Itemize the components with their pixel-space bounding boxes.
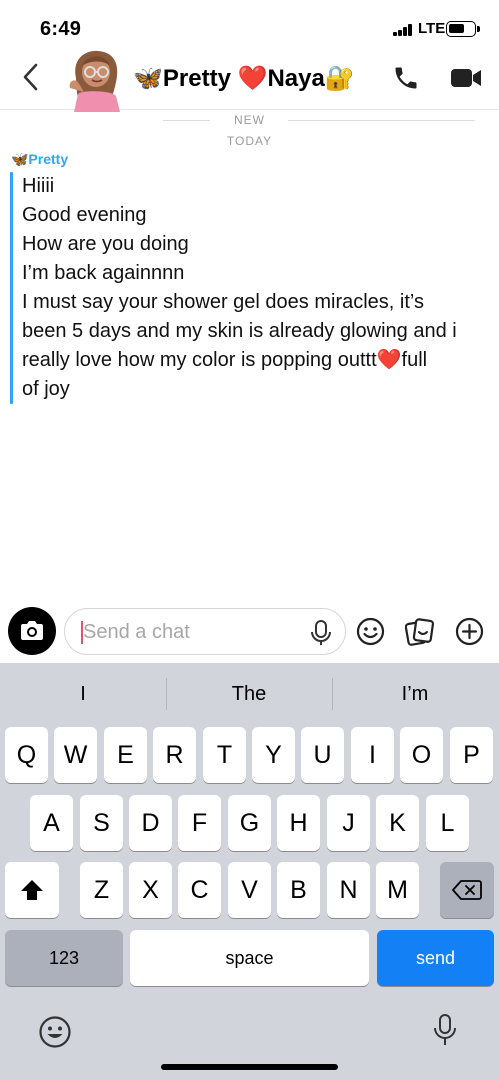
smiley-icon[interactable] <box>356 617 385 646</box>
network-label: LTE <box>418 20 446 37</box>
back-chevron-icon[interactable] <box>18 62 44 92</box>
keyboard: I The I’m Q W E R T Y U I O P A S D F G … <box>0 663 499 1080</box>
chat-input-placeholder: Send a chat <box>83 621 190 643</box>
key-x[interactable]: X <box>129 862 172 918</box>
message-line: I’m back againnnn <box>22 262 185 284</box>
key-c[interactable]: C <box>178 862 221 918</box>
chat-input[interactable]: Send a chat <box>64 608 346 655</box>
message-line: been 5 days and my skin is already glowi… <box>22 320 457 342</box>
key-g[interactable]: G <box>228 795 271 851</box>
microphone-icon[interactable] <box>309 619 333 647</box>
message-accent-bar <box>10 172 13 404</box>
message-line: Hiiii <box>22 175 55 197</box>
key-q[interactable]: Q <box>5 727 48 783</box>
backspace-icon <box>452 880 482 900</box>
key-i[interactable]: I <box>351 727 394 783</box>
plus-icon[interactable] <box>455 617 484 646</box>
battery-icon <box>446 21 480 37</box>
suggestion-2[interactable]: The <box>166 673 332 715</box>
key-a[interactable]: A <box>30 795 73 851</box>
key-y[interactable]: Y <box>252 727 295 783</box>
message-line: really love how my color is popping outt… <box>22 349 428 371</box>
key-j[interactable]: J <box>327 795 370 851</box>
sender-name: 🦋Pretty <box>11 151 69 167</box>
camera-icon <box>21 621 43 640</box>
chat-header: 🦋Pretty ❤️Naya🔐 <box>0 48 499 112</box>
backspace-key[interactable] <box>440 862 494 918</box>
key-o[interactable]: O <box>400 727 443 783</box>
key-m[interactable]: M <box>376 862 419 918</box>
status-time: 6:49 <box>40 18 82 40</box>
numbers-key[interactable]: 123 <box>5 930 123 986</box>
key-u[interactable]: U <box>301 727 344 783</box>
key-f[interactable]: F <box>178 795 221 851</box>
key-s[interactable]: S <box>80 795 123 851</box>
phone-call-icon[interactable] <box>392 64 420 92</box>
key-t[interactable]: T <box>203 727 246 783</box>
suggestion-1[interactable]: I <box>0 673 166 715</box>
suggestion-3[interactable]: I’m <box>332 673 498 715</box>
key-n[interactable]: N <box>327 862 370 918</box>
message-line: I must say your shower gel does miracles… <box>22 291 425 313</box>
key-d[interactable]: D <box>129 795 172 851</box>
date-label: TODAY <box>226 134 273 148</box>
sticker-icon[interactable] <box>405 617 435 646</box>
key-h[interactable]: H <box>277 795 320 851</box>
key-e[interactable]: E <box>104 727 147 783</box>
message-line: How are you doing <box>22 233 189 255</box>
send-key[interactable]: send <box>377 930 494 986</box>
key-z[interactable]: Z <box>80 862 123 918</box>
avatar[interactable] <box>62 48 126 112</box>
key-p[interactable]: P <box>450 727 493 783</box>
key-l[interactable]: L <box>426 795 469 851</box>
key-v[interactable]: V <box>228 862 271 918</box>
video-call-icon[interactable] <box>450 66 482 90</box>
shift-key[interactable] <box>5 862 59 918</box>
camera-button[interactable] <box>8 607 56 655</box>
key-r[interactable]: R <box>153 727 196 783</box>
dictation-mic-icon[interactable] <box>432 1013 458 1049</box>
message-line: of joy <box>22 378 70 400</box>
emoji-keyboard-icon[interactable] <box>38 1015 72 1049</box>
key-w[interactable]: W <box>54 727 97 783</box>
new-divider: NEW <box>0 113 499 129</box>
space-key[interactable]: space <box>130 930 369 986</box>
shift-arrow-icon <box>21 880 43 900</box>
signal-icon <box>393 24 413 36</box>
message-line: Good evening <box>22 204 147 226</box>
key-b[interactable]: B <box>277 862 320 918</box>
message-body[interactable]: Hiiii Good evening How are you doing I’m… <box>22 172 492 404</box>
key-k[interactable]: K <box>376 795 419 851</box>
home-indicator[interactable] <box>161 1064 338 1070</box>
chat-title[interactable]: 🦋Pretty ❤️Naya🔐 <box>133 64 355 93</box>
